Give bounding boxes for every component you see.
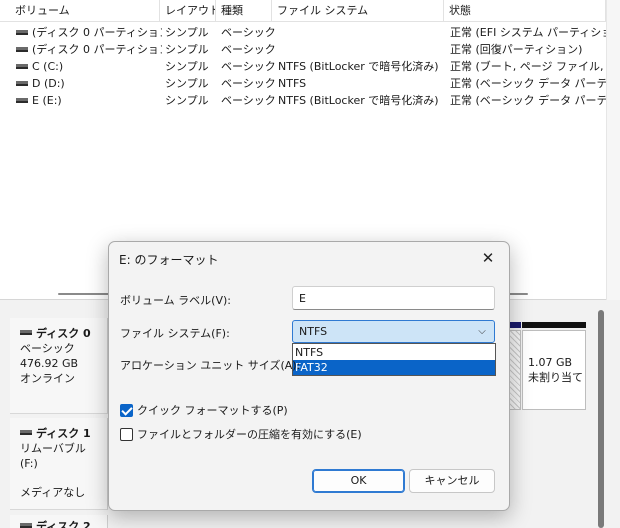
volume-list-header: ボリューム レイアウト 種類 ファイル システム 状態 [0,0,620,22]
filesystem-label: ファイル システム(F): [120,327,230,340]
disk-0-panel[interactable]: ディスク 0 ベーシック 476.92 GB オンライン [10,318,108,414]
partition-hatched-block[interactable] [509,330,521,410]
column-header-volume[interactable]: ボリューム [10,0,160,22]
unallocated-color-bar [522,322,586,328]
disk-type: ベーシック [20,342,75,355]
chevron-down-icon: ⌵ [478,326,486,337]
volume-label-input[interactable] [292,286,495,310]
volume-status: 正常 (ベーシック データ パーティシ [450,77,606,90]
ok-button[interactable]: OK [312,469,405,493]
column-header-type[interactable]: 種類 [216,0,272,22]
volume-type: ベーシック [221,60,275,73]
compression-checkbox-row[interactable]: ファイルとフォルダーの圧縮を有効にする(E) [120,426,362,442]
filesystem-select[interactable]: NTFS ⌵ [292,320,495,343]
disk-type: リムーバブル (F:) [20,442,86,470]
volume-name: (ディスク 0 パーティション 4) [32,43,162,56]
volume-status: 正常 (ブート, ページ ファイル, クラッ [450,60,606,73]
column-header-filesystem[interactable]: ファイル システム [272,0,444,22]
quick-format-checkbox-row[interactable]: クイック フォーマットする(P) [120,402,288,418]
unallocated-label: 未割り当て [528,371,583,384]
format-dialog: E: のフォーマット ✕ ボリューム ラベル(V): ファイル システム(F):… [108,241,510,511]
disk-name: ディスク 2 [36,520,91,528]
filesystem-selected-value: NTFS [299,325,328,338]
disk-icon [16,80,28,86]
volume-label-label: ボリューム ラベル(V): [120,294,231,307]
volume-row[interactable]: (ディスク 0 パーティション 1) シンプル ベーシック 正常 (EFI シス… [0,24,620,41]
unallocated-block[interactable]: 1.07 GB 未割り当て [522,330,586,410]
column-header-layout[interactable]: レイアウト [160,0,216,22]
disk-map-scrollbar[interactable] [598,310,604,528]
volume-layout: シンプル [165,26,209,39]
filesystem-option-ntfs[interactable]: NTFS [293,345,495,360]
volume-layout: シンプル [165,43,209,56]
dialog-title: E: のフォーマット [119,253,219,267]
volume-name: C (C:) [32,60,64,73]
volume-filesystem: NTFS (BitLocker で暗号化済み) [278,60,439,73]
allocation-unit-label: アロケーション ユニット サイズ(A): [120,359,301,372]
volume-filesystem: NTFS [278,77,307,90]
column-header-status[interactable]: 状態 [444,0,606,22]
volume-type: ベーシック [221,77,275,90]
disk-state: メディアなし [20,486,86,499]
close-button[interactable]: ✕ [473,245,503,271]
cancel-button[interactable]: キャンセル [409,469,495,493]
disk-icon [16,97,28,103]
volume-type: ベーシック [221,94,275,107]
volume-layout: シンプル [165,77,209,90]
volume-name: (ディスク 0 パーティション 1) [32,26,162,39]
disk-1-panel[interactable]: ディスク 1 リムーバブル (F:) メディアなし [10,418,108,510]
volume-type: ベーシック [221,26,275,39]
disk-icon [20,523,32,528]
compression-label: ファイルとフォルダーの圧縮を有効にする(E) [137,428,362,441]
disk-name: ディスク 0 [36,327,91,340]
check-icon[interactable] [120,403,133,417]
disk-state: オンライン [20,372,75,385]
disk-icon [20,430,32,435]
close-icon: ✕ [481,249,495,267]
volume-row[interactable]: D (D:) シンプル ベーシック NTFS 正常 (ベーシック データ パーテ… [0,75,620,92]
vertical-scrollbar[interactable] [606,0,620,300]
filesystem-option-fat32[interactable]: FAT32 [293,360,495,375]
unallocated-size: 1.07 GB [528,356,573,369]
disk-icon [16,29,28,35]
volume-status: 正常 (回復パーティション) [450,43,583,56]
disk-size: 476.92 GB [20,357,79,370]
volume-filesystem [278,41,444,58]
volume-filesystem: NTFS (BitLocker で暗号化済み) [278,94,439,107]
volume-status: 正常 (ベーシック データ パーティシ [450,94,606,107]
volume-status: 正常 (EFI システム パーティション) [450,26,606,39]
disk-icon [20,330,32,335]
volume-row[interactable]: E (E:) シンプル ベーシック NTFS (BitLocker で暗号化済み… [0,92,620,109]
partition-color-bar [509,322,521,328]
disk-icon [16,46,28,52]
volume-name: D (D:) [32,77,65,90]
volume-filesystem [278,24,444,41]
disk-2-panel[interactable]: ディスク 2 [10,515,108,528]
disk-icon [16,63,28,69]
volume-row[interactable]: (ディスク 0 パーティション 4) シンプル ベーシック 正常 (回復パーティ… [0,41,620,58]
volume-row[interactable]: C (C:) シンプル ベーシック NTFS (BitLocker で暗号化済み… [0,58,620,75]
volume-type: ベーシック [221,43,275,56]
quick-format-label: クイック フォーマットする(P) [137,404,288,417]
filesystem-dropdown-list: NTFS FAT32 [292,343,496,376]
volume-layout: シンプル [165,94,209,107]
disk-name: ディスク 1 [36,427,91,440]
volume-layout: シンプル [165,60,209,73]
compression-checkbox[interactable] [120,427,133,441]
volume-name: E (E:) [32,94,62,107]
